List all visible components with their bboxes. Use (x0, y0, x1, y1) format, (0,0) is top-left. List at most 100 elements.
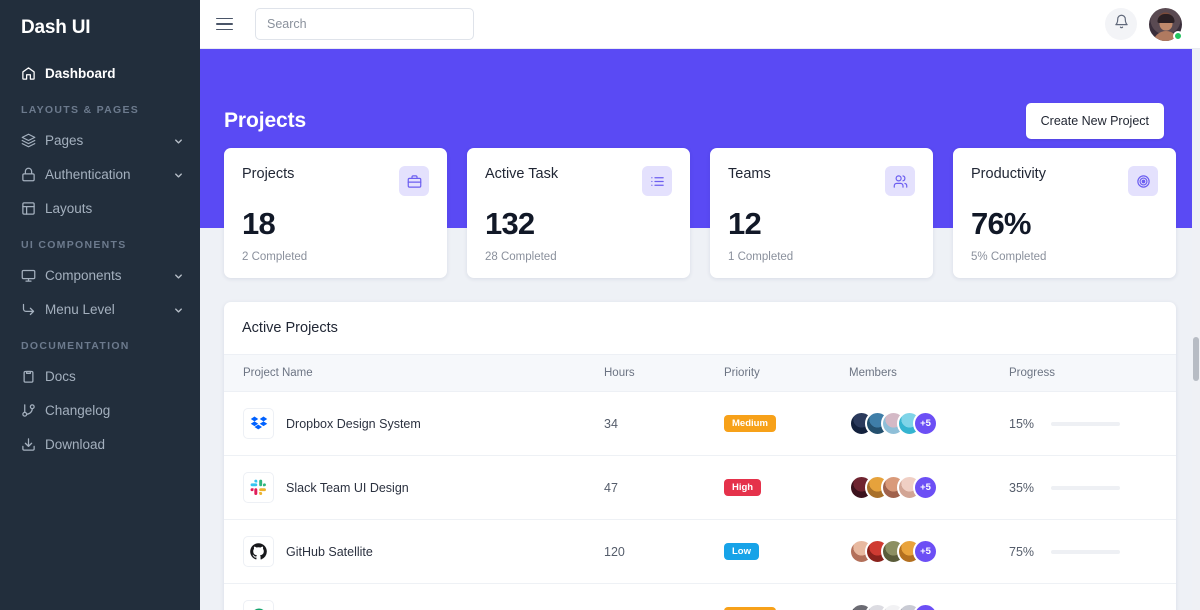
sidebar-item-components[interactable]: Components (0, 258, 200, 292)
monitor-icon (21, 268, 36, 283)
projects-table: Project Name Hours Priority Members Prog… (224, 354, 1176, 610)
target-icon (1128, 166, 1158, 196)
stat-card-active-task[interactable]: Active Task 132 28 Completed (467, 148, 690, 278)
sidebar-section-ui-components: UI COMPONENTS (21, 239, 127, 251)
stat-cards: Projects 18 2 Completed Active Task 132 … (200, 148, 1200, 278)
page-scrollbar[interactable] (1192, 49, 1200, 610)
sidebar-item-authentication[interactable]: Authentication (0, 157, 200, 191)
briefcase-icon (399, 166, 429, 196)
stat-value: 12 (728, 206, 762, 241)
chevron-down-icon (173, 304, 184, 315)
sidebar-item-dashboard[interactable]: Dashboard (0, 56, 200, 90)
member-overflow-count[interactable]: +5 (913, 603, 938, 610)
stat-label: Productivity (971, 166, 1046, 182)
table-head: Project Name Hours Priority Members Prog… (224, 354, 1176, 392)
cell-priority: High (724, 455, 849, 520)
sidebar-item-download[interactable]: Download (0, 427, 200, 461)
cell-hours: 120 (604, 519, 724, 584)
chevron-down-icon (173, 270, 184, 281)
page-header: Projects Create New Project (200, 49, 1200, 148)
project-entry: GitHub Satellite (243, 536, 604, 567)
cell-project-name: GitHub Satellite (224, 519, 604, 584)
member-overflow-count[interactable]: +5 (913, 411, 938, 436)
cell-progress: 75% (1009, 519, 1176, 584)
table-body: Dropbox Design System 34 Medium +5 15% S… (224, 391, 1176, 610)
search-input[interactable] (255, 8, 474, 40)
stat-value: 76% (971, 206, 1031, 241)
member-avatars[interactable]: +5 (849, 539, 1009, 564)
hamburger-icon[interactable] (216, 13, 238, 35)
progress-indicator: 35% (1009, 481, 1176, 495)
avatar[interactable] (1149, 7, 1183, 41)
member-avatars[interactable]: +5 (849, 411, 1009, 436)
column-header-hours: Hours (604, 354, 724, 392)
sidebar-item-label: Authentication (45, 166, 131, 182)
slack-icon (243, 472, 274, 503)
stat-label: Teams (728, 166, 771, 182)
progress-track (1051, 549, 1120, 554)
cell-priority: Low (724, 519, 849, 584)
sidebar-item-layouts[interactable]: Layouts (0, 191, 200, 225)
priority-badge: High (724, 479, 762, 496)
main-area: Projects Create New Project Projects 18 … (200, 0, 1200, 610)
cell-members: +5 (849, 391, 1009, 456)
progress-track (1051, 421, 1120, 426)
avatar-hair (1157, 14, 1174, 24)
sidebar-item-label: Menu Level (45, 301, 115, 317)
project-entry: Slack Team UI Design (243, 472, 604, 503)
member-avatars[interactable]: +5 (849, 475, 1009, 500)
sidebar-section-layouts: LAYOUTS & PAGES (21, 104, 140, 116)
member-overflow-count[interactable]: +5 (913, 539, 938, 564)
cell-project-name: Slack Team UI Design (224, 455, 604, 520)
cell-hours: 89 (604, 583, 724, 610)
stat-card-productivity[interactable]: Productivity 76% 5% Completed (953, 148, 1176, 278)
priority-badge: Medium (724, 415, 776, 432)
stat-subtext: 2 Completed (242, 251, 308, 263)
stat-card-top: Active Task (485, 166, 672, 196)
sidebar-item-label: Layouts (45, 200, 93, 216)
cell-progress: 15% (1009, 391, 1176, 456)
layout-icon (21, 201, 36, 216)
topbar-actions (1105, 7, 1183, 41)
member-avatars[interactable]: +5 (849, 603, 1009, 610)
progress-label: 35% (1009, 480, 1035, 495)
cell-hours: 34 (604, 391, 724, 456)
cell-project-name: Dropbox Design System (224, 391, 604, 456)
layers-icon (21, 133, 36, 148)
cell-priority: Medium (724, 583, 849, 610)
sidebar-item-changelog[interactable]: Changelog (0, 393, 200, 427)
progress-indicator: 15% (1009, 417, 1176, 431)
table-row[interactable]: GitHub Satellite 120 Low +5 75% (224, 519, 1176, 584)
member-overflow-count[interactable]: +5 (913, 475, 938, 500)
status-badge (1173, 30, 1183, 41)
chevron-down-icon (173, 169, 184, 180)
stat-card-projects[interactable]: Projects 18 2 Completed (224, 148, 447, 278)
notifications-button[interactable] (1105, 8, 1137, 40)
table-row[interactable]: Dropbox Design System 34 Medium +5 15% (224, 391, 1176, 456)
cell-progress: 35% (1009, 455, 1176, 520)
stat-subtext: 28 Completed (485, 251, 557, 263)
stat-card-teams[interactable]: Teams 12 1 Completed (710, 148, 933, 278)
project-name: Slack Team UI Design (286, 480, 409, 495)
sidebar-item-pages[interactable]: Pages (0, 123, 200, 157)
github-icon (243, 536, 274, 567)
progress-label: 15% (1009, 416, 1035, 431)
column-header-members: Members (849, 354, 1009, 392)
scrollbar-thumb[interactable] (1193, 337, 1199, 381)
sidebar-item-docs[interactable]: Docs (0, 359, 200, 393)
column-header-progress: Progress (1009, 354, 1176, 392)
table-row[interactable]: 3D Character Modelling 89 Medium (224, 583, 1176, 610)
git-branch-icon (21, 403, 36, 418)
table-row[interactable]: Slack Team UI Design 47 High +5 35% (224, 455, 1176, 520)
progress-label: 75% (1009, 544, 1035, 559)
priority-badge: Low (724, 543, 759, 560)
active-projects-card: Active Projects Project Name Hours Prior… (224, 302, 1176, 610)
brand-logo[interactable]: Dash UI (0, 0, 200, 56)
sidebar-item-menu-level[interactable]: Menu Level (0, 292, 200, 326)
stat-card-top: Projects (242, 166, 429, 196)
create-new-project-button[interactable]: Create New Project (1025, 102, 1164, 139)
sidebar-section-documentation: DOCUMENTATION (21, 340, 130, 352)
project-name: Dropbox Design System (286, 416, 421, 431)
stat-value: 18 (242, 206, 276, 241)
topbar (200, 0, 1200, 49)
